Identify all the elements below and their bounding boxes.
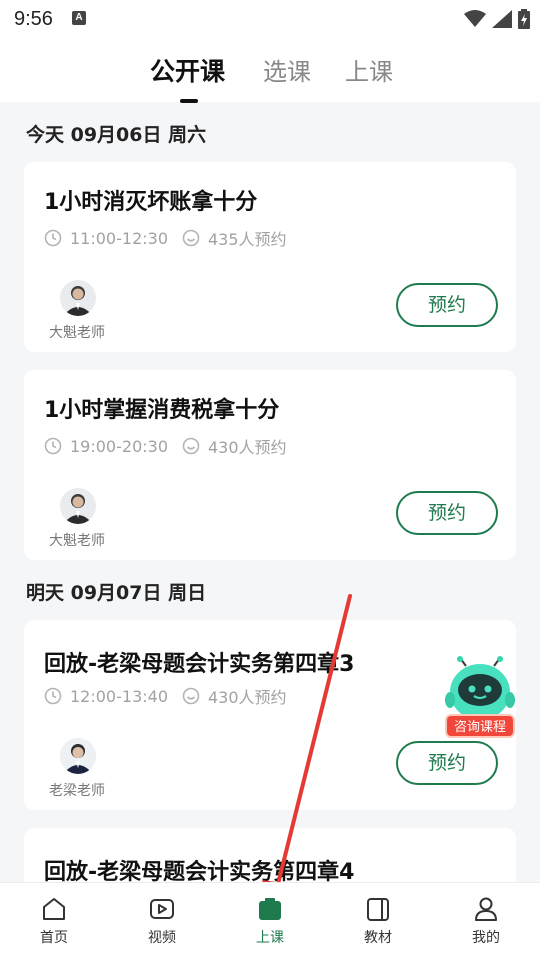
course-card[interactable]: 1小时消灭坏账拿十分 11:00-12:30 435人预约 大魁老师 预约: [24, 162, 516, 352]
smile-icon: [182, 687, 200, 705]
nav-label: 上课: [256, 930, 284, 946]
course-time: 19:00-20:30: [70, 436, 168, 456]
book-icon: [367, 898, 389, 921]
wifi-icon: [464, 10, 486, 27]
nav-video[interactable]: 视频: [122, 895, 202, 947]
tab-select-course[interactable]: 选课: [263, 52, 311, 87]
teacher-name: 大魁老师: [49, 325, 105, 341]
clock-icon: [44, 687, 62, 705]
course-card[interactable]: 回放-老梁母题会计实务第四章3 12:00-13:40 430人预约 老梁老师 …: [24, 620, 516, 810]
date-header-tomorrow: 明天 09月07日 周日: [26, 582, 207, 604]
home-icon: [43, 898, 65, 920]
status-bar: 9:56 A: [0, 0, 540, 38]
bottom-nav: 首页 视频 上课 教材 我的: [0, 882, 540, 960]
course-meta: 19:00-20:30 430人预约: [44, 434, 287, 458]
nav-home[interactable]: 首页: [14, 895, 94, 947]
active-tab-indicator: [180, 99, 198, 103]
course-meta: 11:00-12:30 435人预约: [44, 226, 287, 250]
teacher-name: 大魁老师: [49, 533, 105, 549]
course-title: 回放-老梁母题会计实务第四章3: [44, 652, 355, 677]
nav-label: 首页: [40, 930, 68, 946]
course-title: 1小时掌握消费税拿十分: [44, 398, 280, 423]
nav-label: 教材: [364, 930, 392, 946]
course-meta: 12:00-13:40 430人预约: [44, 684, 287, 708]
video-icon: [150, 899, 174, 919]
course-time: 12:00-13:40: [70, 686, 168, 706]
reservation-count: 435人预约: [208, 230, 287, 249]
profile-icon: [475, 897, 497, 921]
reservation-count: 430人预约: [208, 438, 287, 457]
clock-icon: [44, 437, 62, 455]
class-icon: [259, 898, 281, 920]
course-time: 11:00-12:30: [70, 228, 168, 248]
nav-label: 我的: [472, 930, 500, 946]
nav-profile[interactable]: 我的: [446, 895, 526, 947]
top-tabs: 公开课 选课 上课: [0, 38, 540, 103]
consult-course-badge[interactable]: 咨询课程: [445, 714, 515, 738]
course-title: 1小时消灭坏账拿十分: [44, 190, 258, 215]
nav-textbook[interactable]: 教材: [338, 895, 418, 947]
tab-attend-class[interactable]: 上课: [345, 52, 393, 87]
teacher-name: 老梁老师: [49, 783, 105, 799]
smile-icon: [182, 437, 200, 455]
nav-class[interactable]: 上课: [230, 895, 310, 947]
reserve-button[interactable]: 预约: [396, 741, 498, 785]
tab-open-class[interactable]: 公开课: [150, 52, 225, 88]
smile-icon: [182, 229, 200, 247]
clock-icon: [44, 229, 62, 247]
teacher-avatar: [60, 280, 96, 316]
notification-icon: A: [72, 11, 86, 25]
reserve-button[interactable]: 预约: [396, 283, 498, 327]
reserve-button[interactable]: 预约: [396, 491, 498, 535]
battery-icon: [518, 9, 530, 29]
teacher-avatar: [60, 738, 96, 774]
status-icons: [464, 8, 530, 30]
status-time: 9:56: [14, 8, 53, 30]
course-card[interactable]: 1小时掌握消费税拿十分 19:00-20:30 430人预约 大魁老师 预约: [24, 370, 516, 560]
nav-label: 视频: [148, 930, 176, 946]
signal-icon: [492, 10, 512, 28]
teacher-avatar: [60, 488, 96, 524]
date-header-today: 今天 09月06日 周六: [26, 124, 207, 146]
reservation-count: 430人预约: [208, 688, 287, 707]
